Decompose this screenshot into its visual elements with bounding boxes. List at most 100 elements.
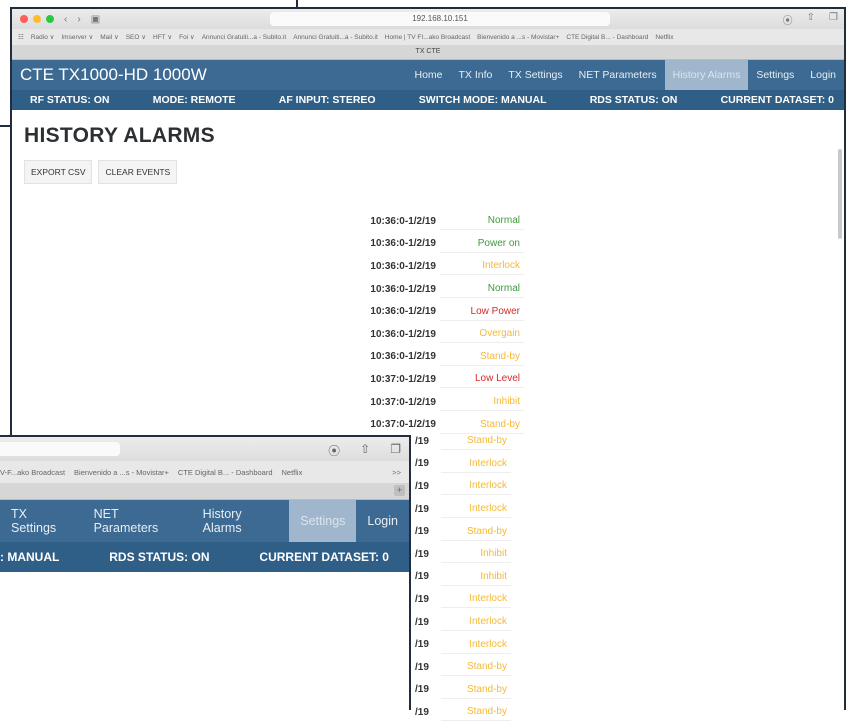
status-rds: RDS STATUS: ON: [109, 550, 210, 564]
alarm-event: Normal: [440, 212, 524, 231]
bookmark-item[interactable]: Mail ∨: [100, 33, 118, 41]
bookmarks-bar: ☷ Radio ∨ Imserver ∨ Mail ∨ SEO ∨ HFT ∨ …: [12, 29, 844, 45]
alarm-row: /19 Stand-by: [411, 701, 511, 724]
alarm-row: /19 Inhibit: [411, 566, 511, 589]
bookmark-item[interactable]: Home | TV FI...ako Broadcast: [385, 34, 470, 41]
tabs-icon[interactable]: ❐: [829, 12, 838, 27]
page-title: HISTORY ALARMS: [24, 124, 215, 147]
nav-tx-settings[interactable]: TX Settings: [500, 60, 570, 90]
bookmark-item[interactable]: CTE Digital B... - Dashboard: [178, 468, 273, 477]
alarm-row: 10:36:0-1/2/19 Power on: [340, 233, 524, 256]
alarm-event: Power on: [440, 235, 524, 253]
alarm-time: /19: [415, 503, 429, 515]
zoom-alarm-list: /19 Stand-by/19 Interlock/19 Interlock/19 In…: [411, 430, 511, 724]
alarm-event: Stand-by: [441, 703, 511, 722]
share-icon[interactable]: ⇧: [360, 442, 370, 459]
alarm-row: 10:36:0-1/2/19 Normal: [340, 210, 524, 233]
bookmark-item[interactable]: Radio ∨: [31, 33, 55, 41]
alarm-event: Interlock: [441, 636, 511, 654]
alarm-event: Stand-by: [440, 348, 524, 366]
browser-tab[interactable]: TX CTE: [12, 45, 844, 60]
alarm-row: /19 Stand-by: [411, 430, 511, 453]
alarm-time: 10:36:0-1/2/19: [370, 238, 436, 250]
sidebar-icon[interactable]: ▣: [91, 14, 100, 25]
nav-tx-settings[interactable]: TX Settings: [0, 500, 83, 542]
nav-net-parameters[interactable]: NET Parameters: [571, 60, 665, 90]
nav-history-alarms[interactable]: History Alarms: [192, 500, 290, 542]
alarm-time: /19: [415, 526, 429, 538]
grid-icon[interactable]: ☷: [18, 33, 24, 41]
alarm-time: 10:37:0-1/2/19: [370, 419, 436, 431]
status-switch-mode: : MANUAL: [0, 550, 60, 564]
bookmark-item[interactable]: Netflix: [282, 468, 303, 477]
alarm-row: /19 Stand-by: [411, 656, 511, 679]
bookmark-item[interactable]: Annunci Gratuiti...a - Subito.it: [293, 34, 378, 41]
tabs-icon[interactable]: ❐: [390, 442, 401, 459]
back-icon[interactable]: ‹: [64, 14, 67, 25]
app-navbar: CTE TX1000-HD 1000W Home TX Info TX Sett…: [12, 60, 844, 90]
forward-icon[interactable]: ›: [77, 14, 80, 25]
address-bar[interactable]: 192.168.10.151: [270, 12, 610, 26]
alarm-event: Inhibit: [440, 393, 524, 412]
status-switch-mode: SWITCH MODE: MANUAL: [418, 94, 547, 106]
alarm-time: 10:36:0-1/2/19: [370, 306, 436, 318]
more-bookmarks-icon[interactable]: >>: [392, 468, 401, 477]
bookmark-item[interactable]: CTE Digital B... - Dashboard: [566, 34, 648, 41]
alarm-time: 10:36:0-1/2/19: [370, 283, 436, 295]
alarm-row: 10:37:0-1/2/19 Inhibit: [340, 391, 524, 414]
alarm-event: Inhibit: [441, 568, 511, 586]
alarm-time: /19: [415, 458, 429, 470]
alarm-event: Stand-by: [441, 523, 511, 541]
alarm-row: 10:36:0-1/2/19 Interlock: [340, 255, 524, 278]
alarm-list: 10:36:0-1/2/19 Normal 10:36:0-1/2/19 Power …: [340, 210, 524, 436]
nav-settings[interactable]: Settings: [289, 500, 357, 542]
alarm-row: 10:36:0-1/2/19 Low Power: [340, 300, 524, 323]
new-tab-icon[interactable]: +: [394, 485, 405, 496]
scrollbar[interactable]: [838, 149, 842, 239]
alarm-time: /19: [415, 480, 429, 492]
status-mode: MODE: REMOTE: [152, 94, 236, 106]
alarm-event: Overgain: [440, 325, 524, 344]
app-title[interactable]: CTE TX1000-HD 1000W: [20, 65, 407, 85]
bookmark-item[interactable]: V-F...ako Broadcast: [0, 468, 65, 477]
bookmark-item[interactable]: SEO ∨: [126, 33, 146, 41]
bookmark-item[interactable]: Bienvenido a ...s - Movistar+: [477, 34, 559, 41]
bookmark-item[interactable]: Foi ∨: [179, 33, 195, 41]
browser-titlebar: ‹ › ▣ 192.168.10.151 ⦿ ⇧ ❐: [12, 9, 844, 29]
share-icon[interactable]: ⇧: [807, 12, 815, 27]
nav-settings[interactable]: Settings: [748, 60, 802, 90]
alarm-event: Interlock: [441, 613, 511, 632]
status-dataset: CURRENT DATASET: 0: [720, 94, 834, 106]
clear-events-button[interactable]: CLEAR EVENTS: [98, 160, 178, 184]
close-window-button[interactable]: [20, 15, 28, 23]
alarm-event: Interlock: [441, 477, 511, 496]
alarm-row: 10:36:0-1/2/19 Normal: [340, 278, 524, 301]
nav-login[interactable]: Login: [802, 60, 844, 90]
nav-history-alarms[interactable]: History Alarms: [664, 60, 749, 90]
download-icon[interactable]: ⦿: [328, 442, 340, 459]
bookmark-item[interactable]: Bienvenido a ...s - Movistar+: [74, 468, 169, 477]
download-icon[interactable]: ⦿: [783, 12, 793, 27]
alarm-time: 10:36:0-1/2/19: [370, 328, 436, 340]
alarm-time: /19: [415, 706, 429, 718]
nav-login[interactable]: Login: [356, 500, 409, 542]
maximize-window-button[interactable]: [46, 15, 54, 23]
bookmark-item[interactable]: Imserver ∨: [61, 33, 93, 41]
nav-home[interactable]: Home: [407, 60, 451, 90]
alarm-time: /19: [415, 616, 429, 628]
bookmark-item[interactable]: HFT ∨: [153, 33, 172, 41]
bookmark-item[interactable]: Annunci Gratuiti...a - Subito.it: [202, 34, 287, 41]
bookmark-item[interactable]: Netflix: [655, 34, 673, 41]
zoom-titlebar: ⦿ ⇧ ❐: [0, 437, 409, 461]
nav-net-parameters[interactable]: NET Parameters: [83, 500, 192, 542]
export-csv-button[interactable]: EXPORT CSV: [24, 160, 93, 184]
nav-tx-info[interactable]: TX Info: [451, 60, 501, 90]
minimize-window-button[interactable]: [33, 15, 41, 23]
zoom-address-bar[interactable]: [0, 442, 120, 456]
alarm-row: /19 Stand-by: [411, 679, 511, 702]
alarm-time: 10:36:0-1/2/19: [370, 351, 436, 363]
status-dataset: CURRENT DATASET: 0: [259, 550, 389, 564]
alarm-event: Stand-by: [441, 681, 511, 699]
zoom-navbar: TX Settings NET Parameters History Alarm…: [0, 500, 409, 542]
alarm-time: 10:36:0-1/2/19: [370, 260, 436, 272]
